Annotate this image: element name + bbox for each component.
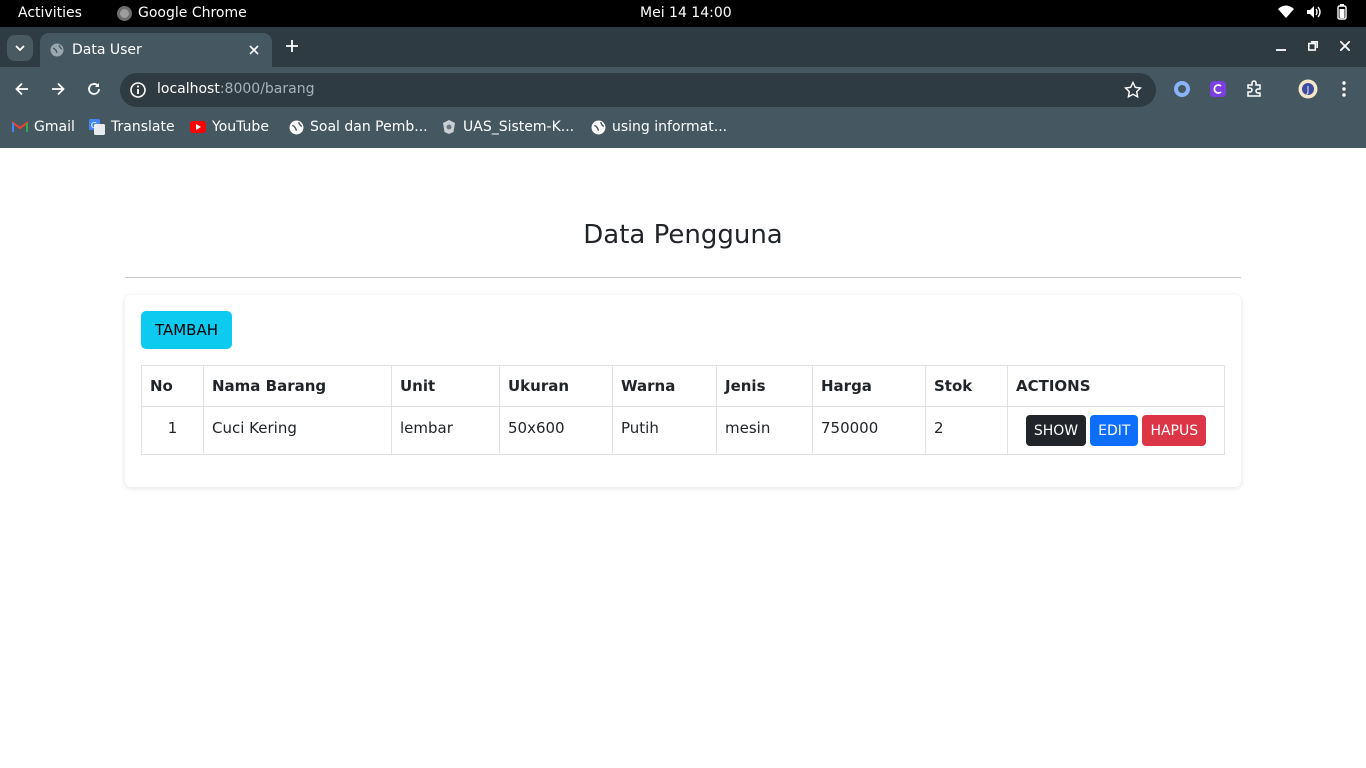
delete-button[interactable]: HAPUS [1142,415,1207,446]
bookmark-using-informat[interactable]: using informat... [590,119,727,135]
activities-button[interactable]: Activities [18,5,82,21]
minimize-icon[interactable] [1272,37,1290,55]
edit-button[interactable]: EDIT [1090,415,1139,446]
cell-warna: Putih [612,406,717,455]
header-no: No [141,365,204,407]
data-table: No Nama Barang Unit Ukuran Warna Jenis H… [141,365,1225,455]
wifi-icon [1278,4,1294,20]
volume-icon [1306,4,1322,20]
forward-icon[interactable] [48,79,68,99]
clipboard-extension-icon[interactable] [1208,79,1228,99]
app-name: Google Chrome [138,5,247,21]
header-jenis: Jenis [716,365,813,407]
puzzle-extensions-icon[interactable] [1244,79,1264,99]
reload-icon[interactable] [84,79,104,99]
gmail-icon [12,119,28,135]
address-bar[interactable]: localhost:8000/barang [120,73,1156,107]
tab-title: Data User [72,42,142,58]
globe-icon [288,119,304,135]
cell-actions: SHOW EDIT HAPUS [1007,406,1225,455]
window-controls [1272,37,1366,55]
globe-icon [590,119,606,135]
bookmark-soal[interactable]: Soal dan Pemb... [288,119,428,135]
translate-icon: G [89,119,105,135]
header-stok: Stok [925,365,1008,407]
close-window-icon[interactable] [1336,37,1354,55]
add-button[interactable]: TAMBAH [141,311,232,349]
table-header-row: No Nama Barang Unit Ukuran Warna Jenis H… [141,365,1225,407]
url-text[interactable]: localhost:8000/barang [157,81,314,97]
cell-unit: lembar [391,406,500,455]
chevron-down-icon [15,45,25,51]
browser-toolbar: localhost:8000/barang J [0,67,1366,112]
profile-avatar-icon[interactable]: J [1298,79,1318,99]
battery-icon [1334,4,1350,20]
svg-text:G: G [91,121,97,130]
back-icon[interactable] [12,79,32,99]
tab-search-button[interactable] [7,35,33,61]
tab-strip: Data User [0,27,1366,67]
divider [125,277,1241,278]
system-tray[interactable] [1278,4,1350,20]
bookmarks-bar: Gmail G Translate YouTube Soal dan Pemb.… [0,112,1366,148]
maximize-icon[interactable] [1304,37,1322,55]
extension-icon[interactable] [1172,79,1192,99]
bookmark-translate[interactable]: G Translate [89,119,175,135]
bookmark-gmail[interactable]: Gmail [12,119,75,135]
system-top-bar: Activities Google Chrome Mei 14 14:00 [0,0,1366,27]
row-actions: SHOW EDIT HAPUS [1016,415,1216,446]
youtube-icon [190,119,206,135]
cell-jenis: mesin [716,406,813,455]
clock[interactable]: Mei 14 14:00 [640,5,732,21]
university-icon [441,119,457,135]
header-unit: Unit [391,365,500,407]
header-warna: Warna [612,365,717,407]
header-nama-barang: Nama Barang [203,365,392,407]
cell-stok: 2 [925,406,1008,455]
tab-data-user[interactable]: Data User [40,33,272,67]
menu-kebab-icon[interactable] [1334,79,1354,99]
close-tab-icon[interactable] [244,40,264,60]
svg-text:J: J [1306,86,1310,96]
table-row: 1 Cuci Kering lembar 50x600 Putih mesin … [141,406,1225,455]
page-content: Data Pengguna TAMBAH No Nama Barang Unit… [0,148,1366,768]
app-menu[interactable]: Google Chrome [117,5,247,21]
cell-nama-barang: Cuci Kering [203,406,392,455]
page-title: Data Pengguna [583,220,783,250]
new-tab-icon[interactable] [282,36,302,56]
globe-icon [50,43,64,57]
cell-no: 1 [141,406,204,455]
cell-ukuran: 50x600 [499,406,613,455]
cell-harga: 750000 [812,406,926,455]
bookmark-youtube[interactable]: YouTube [190,119,269,135]
header-harga: Harga [812,365,926,407]
bookmark-uas[interactable]: UAS_Sistem-K... [441,119,574,135]
bookmark-star-icon[interactable] [1124,81,1142,99]
show-button[interactable]: SHOW [1025,415,1087,446]
header-actions: ACTIONS [1007,365,1225,407]
site-info-icon[interactable] [129,81,147,99]
chrome-icon [117,5,132,21]
data-card: TAMBAH No Nama Barang Unit Ukuran Warna … [125,295,1241,487]
header-ukuran: Ukuran [499,365,613,407]
